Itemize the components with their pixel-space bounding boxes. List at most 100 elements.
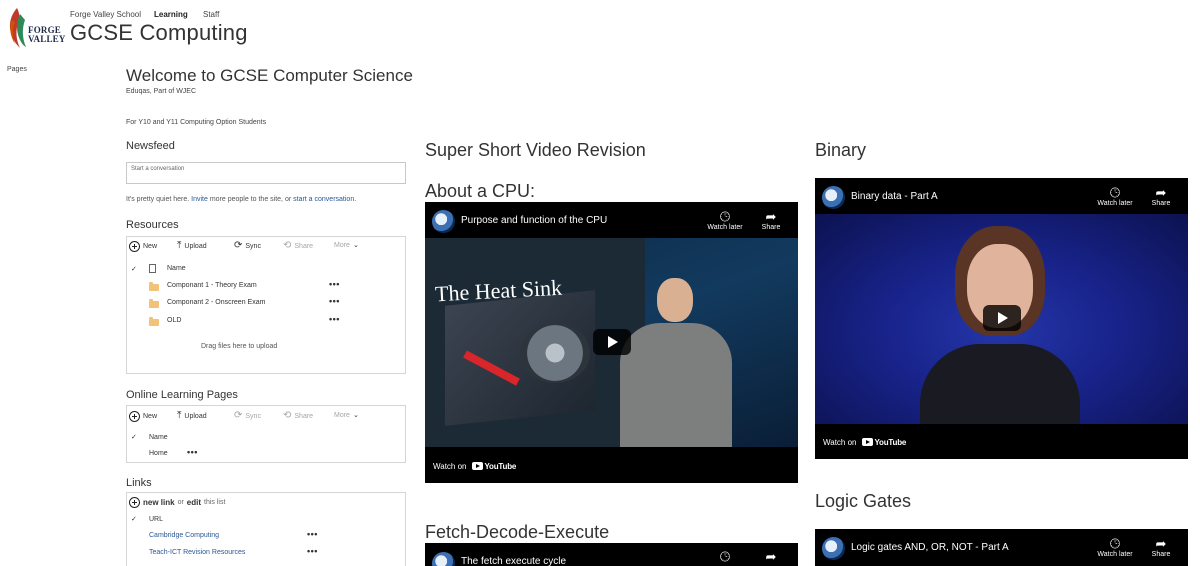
- watch-later-label: Watch later: [1097, 551, 1133, 558]
- item-menu-ellipsis-icon[interactable]: •••: [307, 529, 318, 539]
- resources-heading[interactable]: Resources: [126, 219, 179, 231]
- nav-staff[interactable]: Staff: [203, 10, 219, 19]
- nav-forge-valley-school[interactable]: Forge Valley School: [70, 10, 141, 19]
- chevron-down-icon: ⌄: [352, 242, 359, 249]
- fde-heading: Fetch-Decode-Execute: [425, 522, 610, 542]
- links-heading[interactable]: Links: [126, 477, 152, 489]
- play-button-icon[interactable]: [593, 329, 631, 355]
- watch-later-button[interactable]: 🕒︎ Watch later: [700, 209, 750, 231]
- item-menu-ellipsis-icon[interactable]: •••: [307, 546, 318, 556]
- start-conversation-link[interactable]: start a conversation.: [293, 196, 356, 203]
- select-all-checkmark-icon[interactable]: ✓: [131, 265, 137, 273]
- nav-learning[interactable]: Learning: [154, 10, 188, 19]
- share-label: Share: [1151, 551, 1171, 558]
- share-arrow-icon: ➦: [1155, 185, 1167, 200]
- upload-label: Upload: [184, 242, 207, 250]
- upload-button[interactable]: ⤒ Upload: [177, 411, 207, 421]
- share-button[interactable]: ⟲ Share: [283, 411, 313, 421]
- pages-link[interactable]: Pages: [7, 66, 27, 73]
- watch-later-button[interactable]: 🕒︎: [700, 549, 750, 564]
- watch-later-button[interactable]: 🕒︎ Watch later: [1090, 536, 1140, 558]
- video-player-logic-gates[interactable]: Logic gates AND, OR, NOT - Part A 🕒︎ Wat…: [815, 529, 1188, 566]
- video-revision-heading: Super Short Video Revision: [425, 140, 646, 160]
- share-video-button[interactable]: ➦ Share: [1136, 185, 1186, 207]
- channel-avatar-icon[interactable]: [432, 552, 455, 566]
- video-player-fde[interactable]: The fetch execute cycle 🕒︎ ➦: [425, 543, 798, 566]
- youtube-label: YouTube: [484, 461, 517, 471]
- more-button[interactable]: More ⌄: [334, 241, 359, 250]
- item-menu-ellipsis-icon[interactable]: •••: [329, 296, 340, 306]
- more-label: More: [334, 411, 350, 419]
- column-header-name[interactable]: Name: [149, 434, 168, 441]
- upload-button[interactable]: ⤒ Upload: [177, 241, 207, 251]
- page-item-home[interactable]: Home: [149, 450, 168, 457]
- online-learning-heading[interactable]: Online Learning Pages: [126, 389, 238, 401]
- edit-link[interactable]: edit: [187, 498, 201, 507]
- new-link-button[interactable]: new link or edit this list: [129, 497, 225, 508]
- watch-later-label: Watch later: [1097, 200, 1133, 207]
- add-circle-icon: [129, 411, 140, 422]
- site-title[interactable]: GCSE Computing: [70, 20, 248, 46]
- library-item[interactable]: Componant 2 - Onscreen Exam: [167, 299, 265, 306]
- share-arrow-icon: ➦: [1155, 536, 1167, 551]
- watch-on-label: Watch on: [433, 461, 467, 471]
- sync-label: Sync: [245, 412, 261, 420]
- share-video-button[interactable]: ➦ Share: [746, 209, 796, 231]
- channel-avatar-icon[interactable]: [822, 186, 845, 209]
- clock-icon: 🕒︎: [1109, 185, 1121, 200]
- video-player-binary[interactable]: Binary data - Part A 🕒︎ Watch later ➦ Sh…: [815, 178, 1188, 459]
- conversation-input[interactable]: Start a conversation: [126, 162, 406, 184]
- or-text: or: [177, 499, 184, 506]
- video-title[interactable]: Purpose and function of the CPU: [461, 215, 607, 226]
- logo-text-line2: VALLEY: [28, 34, 66, 44]
- item-menu-ellipsis-icon[interactable]: •••: [187, 447, 198, 457]
- video-title[interactable]: Binary data - Part A: [851, 191, 938, 202]
- column-header-url[interactable]: URL: [149, 516, 163, 523]
- share-button[interactable]: ⟲ Share: [283, 241, 313, 251]
- logo-text: FORGE VALLEY: [28, 26, 66, 44]
- invite-link[interactable]: Invite: [191, 196, 208, 203]
- channel-avatar-icon[interactable]: [432, 210, 455, 233]
- channel-avatar-icon[interactable]: [822, 537, 845, 560]
- drag-upload-hint: Drag files here to upload: [201, 343, 278, 350]
- watch-on-youtube-button[interactable]: Watch on YouTube: [815, 428, 915, 456]
- select-all-checkmark-icon[interactable]: ✓: [131, 515, 137, 523]
- folder-icon: [149, 299, 159, 308]
- watch-later-button[interactable]: 🕒︎ Watch later: [1090, 185, 1140, 207]
- link-item[interactable]: Cambridge Computing: [149, 532, 219, 539]
- watch-later-label: Watch later: [707, 224, 743, 231]
- site-logo[interactable]: FORGE VALLEY: [6, 6, 65, 50]
- share-video-button[interactable]: ➦ Share: [1136, 536, 1186, 558]
- folder-icon: [149, 317, 159, 326]
- video-top-bar: Binary data - Part A 🕒︎ Watch later ➦ Sh…: [815, 178, 1188, 214]
- upload-icon: ⤒: [177, 410, 182, 421]
- share-video-button[interactable]: ➦: [746, 549, 796, 564]
- video-title[interactable]: Logic gates AND, OR, NOT - Part A: [851, 542, 1009, 553]
- sync-label: Sync: [245, 242, 261, 250]
- share-label: Share: [761, 224, 781, 231]
- library-item[interactable]: OLD: [167, 317, 181, 324]
- sync-button[interactable]: ⟳ Sync: [234, 241, 261, 251]
- sync-button[interactable]: ⟳ Sync: [234, 411, 261, 421]
- logo-flame-icon: [9, 8, 26, 48]
- video-title[interactable]: The fetch execute cycle: [461, 556, 566, 566]
- video-player-cpu[interactable]: The Heat Sink Purpose and function of th…: [425, 202, 798, 483]
- newsfeed-heading[interactable]: Newsfeed: [126, 140, 175, 152]
- links-list: new link or edit this list ✓ URL Cambrid…: [126, 492, 406, 566]
- more-label: More: [334, 241, 350, 249]
- this-list-text: this list: [204, 499, 226, 506]
- library-item[interactable]: Componant 1 - Theory Exam: [167, 282, 257, 289]
- new-button[interactable]: New: [129, 411, 157, 422]
- upload-icon: ⤒: [177, 240, 182, 251]
- more-button[interactable]: More ⌄: [334, 411, 359, 420]
- item-menu-ellipsis-icon[interactable]: •••: [329, 314, 340, 324]
- item-menu-ellipsis-icon[interactable]: •••: [329, 279, 340, 289]
- select-all-checkmark-icon[interactable]: ✓: [131, 433, 137, 441]
- play-button-icon[interactable]: [983, 305, 1021, 331]
- conversation-placeholder: Start a conversation: [131, 166, 185, 172]
- new-button[interactable]: New: [129, 241, 157, 252]
- column-header-name[interactable]: Name: [167, 265, 186, 272]
- watch-on-youtube-button[interactable]: Watch on YouTube: [425, 452, 525, 480]
- link-item[interactable]: Teach-ICT Revision Resources: [149, 549, 245, 556]
- clock-icon: 🕒︎: [719, 209, 731, 224]
